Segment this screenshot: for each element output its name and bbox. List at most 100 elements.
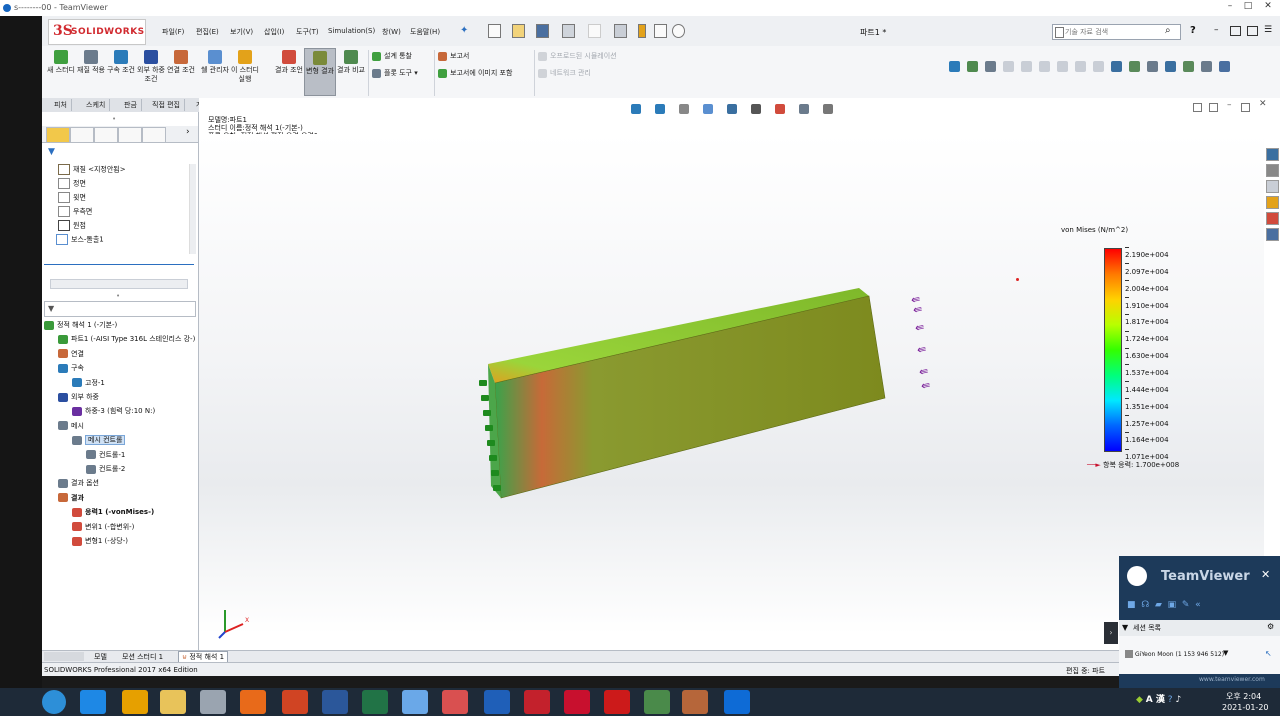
ribbon-button-8[interactable]: 변형 결과 (304, 48, 336, 96)
network-icon[interactable]: ◆ (1136, 695, 1143, 705)
viewport-restore-icon[interactable] (1193, 103, 1202, 112)
study-tree-item[interactable]: 메시 컨트롤 (72, 435, 126, 446)
menu-edit[interactable]: 편집(E) (196, 27, 219, 37)
knowledge-search-input[interactable]: 기술 자료 검색 ⌕ (1052, 24, 1181, 40)
menu-tools[interactable]: 도구(T) (296, 27, 319, 37)
help-tray-icon[interactable]: ? (1168, 695, 1173, 705)
plot-tools-button[interactable]: 플롯 도구 ▾ (372, 68, 418, 78)
study-tree-item[interactable]: 응력1 (-vonMises-) (72, 507, 154, 517)
teamviewer-panel-close-icon[interactable]: ✕ (1261, 568, 1270, 581)
dimxpert-tab[interactable] (118, 127, 142, 143)
tab-0[interactable]: 피처 (50, 99, 72, 111)
view-option-icon[interactable] (703, 104, 713, 114)
offloaded-simulation-button[interactable]: 오프로드된 시뮬레이션 (538, 51, 617, 61)
tab-scroll-icons[interactable] (44, 652, 84, 661)
featuremanager-tab[interactable] (46, 127, 70, 143)
task-pane-icon[interactable] (1266, 196, 1279, 209)
propertymanager-tab[interactable] (70, 127, 94, 143)
view-tool-icon[interactable] (1129, 61, 1140, 72)
study-tree-item[interactable]: 외부 하중 (58, 392, 99, 402)
autodesk-icon[interactable] (484, 690, 510, 714)
tree-item[interactable]: 원점 (58, 220, 86, 231)
sw-restore-icon[interactable] (1230, 26, 1241, 36)
study-tree-item[interactable]: 연결 (58, 349, 84, 359)
view-option-icon[interactable] (727, 104, 737, 114)
study-filter-box[interactable]: ▼ (44, 301, 196, 317)
powerpoint-icon[interactable] (282, 690, 308, 714)
report-button[interactable]: 보고서 (438, 51, 469, 61)
clock-time[interactable]: 오후 2:04 (1226, 691, 1261, 702)
study-tree-item[interactable]: 결과 옵션 (58, 478, 99, 488)
pin-icon[interactable]: ✦ (460, 25, 468, 36)
ribbon-button-3[interactable]: 외부 하중 조건 (136, 48, 166, 94)
menu-window[interactable]: 창(W) (382, 27, 401, 37)
filter-icon[interactable]: ▼ (48, 147, 55, 157)
video-icon[interactable]: ■ (1127, 600, 1136, 610)
menu-insert[interactable]: 삽입(I) (264, 27, 284, 37)
notepad-icon[interactable] (402, 690, 428, 714)
excel-icon[interactable] (362, 690, 388, 714)
view-tool-icon[interactable] (1075, 61, 1086, 72)
view-tool-icon[interactable] (1003, 61, 1014, 72)
ribbon-button-7[interactable]: 결과 조언 (274, 48, 304, 94)
sw-tool2-icon[interactable] (682, 690, 708, 714)
viewport-maximize-icon[interactable] (1241, 103, 1250, 112)
ribbon-button-0[interactable]: 새 스터디 (46, 48, 76, 94)
view-tool-icon[interactable] (1021, 61, 1032, 72)
tree-item[interactable]: 재질 <지정안됨> (58, 164, 126, 175)
app-red-icon[interactable] (442, 690, 468, 714)
teamviewer-icon[interactable] (724, 690, 750, 714)
chat-icon[interactable]: ▰ (1155, 600, 1162, 610)
menu-view[interactable]: 보기(V) (230, 27, 253, 37)
task-pane-icon[interactable] (1266, 212, 1279, 225)
select-arrow-icon[interactable] (614, 24, 627, 38)
viewport-minimize-icon[interactable]: – (1227, 100, 1232, 110)
view-tool-icon[interactable] (1093, 61, 1104, 72)
view-tool-icon[interactable] (1111, 61, 1122, 72)
study-tree-item[interactable]: 고정-1 (72, 378, 105, 388)
session-expand-icon[interactable]: ▼ (1122, 623, 1128, 632)
tree-item[interactable]: 정면 (58, 178, 86, 189)
tab-3[interactable]: 직접 편집 (148, 99, 185, 111)
tab-1[interactable]: 스케치 (82, 99, 111, 111)
splitter-handle[interactable]: • (116, 292, 120, 300)
minimize-button[interactable]: – (1222, 1, 1238, 14)
task-pane-icon[interactable] (1266, 228, 1279, 241)
ribbon-button-2[interactable]: 구속 조건 (106, 48, 136, 94)
viewport-tile-icon[interactable] (1209, 103, 1218, 112)
view-option-icon[interactable] (679, 104, 689, 114)
undo-icon[interactable] (588, 24, 601, 38)
solidworks-logo[interactable]: 3S SOLIDWORKS (48, 19, 146, 45)
study-tree-item[interactable]: 변형1 (-상당-) (72, 536, 128, 546)
file-properties-icon[interactable] (654, 24, 667, 38)
bottom-tab-model[interactable]: 모델 (94, 652, 107, 662)
view-tool-icon[interactable] (949, 61, 960, 72)
session-panel-arrow[interactable]: › (1104, 622, 1118, 644)
tree-item[interactable]: 우측면 (58, 206, 92, 217)
tree-scrollbar[interactable] (189, 164, 196, 254)
sw-minimize-icon[interactable]: – (1214, 25, 1219, 35)
task-pane-icon[interactable] (1266, 164, 1279, 177)
view-option-icon[interactable] (631, 104, 641, 114)
view-option-icon[interactable] (799, 104, 809, 114)
ribbon-button-4[interactable]: 연결 조건 (166, 48, 196, 94)
teamviewer-url[interactable]: www.teamviewer.com (1199, 676, 1265, 683)
solidworks-2017-icon[interactable] (524, 690, 550, 714)
view-option-icon[interactable] (751, 104, 761, 114)
display-manager-tab[interactable] (142, 127, 166, 143)
start-button[interactable] (42, 690, 66, 714)
view-tool-icon[interactable] (1057, 61, 1068, 72)
new-document-icon[interactable] (488, 24, 501, 38)
tools-icon[interactable]: ✎ (1182, 600, 1190, 610)
view-option-icon[interactable] (823, 104, 833, 114)
view-option-icon[interactable] (775, 104, 785, 114)
collapse-icon[interactable]: « (1195, 600, 1201, 610)
speaker-icon[interactable]: ♪ (1175, 695, 1181, 705)
close-button[interactable]: ✕ (1260, 1, 1276, 14)
graphics-area[interactable]: 모델명:파트1스터디 이름:정적 해석 1(-기본-)플롯 유형: 정적 해석 … (199, 98, 1280, 650)
autocad-icon[interactable] (564, 690, 590, 714)
chrome-icon[interactable] (122, 690, 148, 714)
view-tool-icon[interactable] (1165, 61, 1176, 72)
hancom-icon[interactable] (240, 690, 266, 714)
panel-handle[interactable]: • (112, 115, 116, 123)
